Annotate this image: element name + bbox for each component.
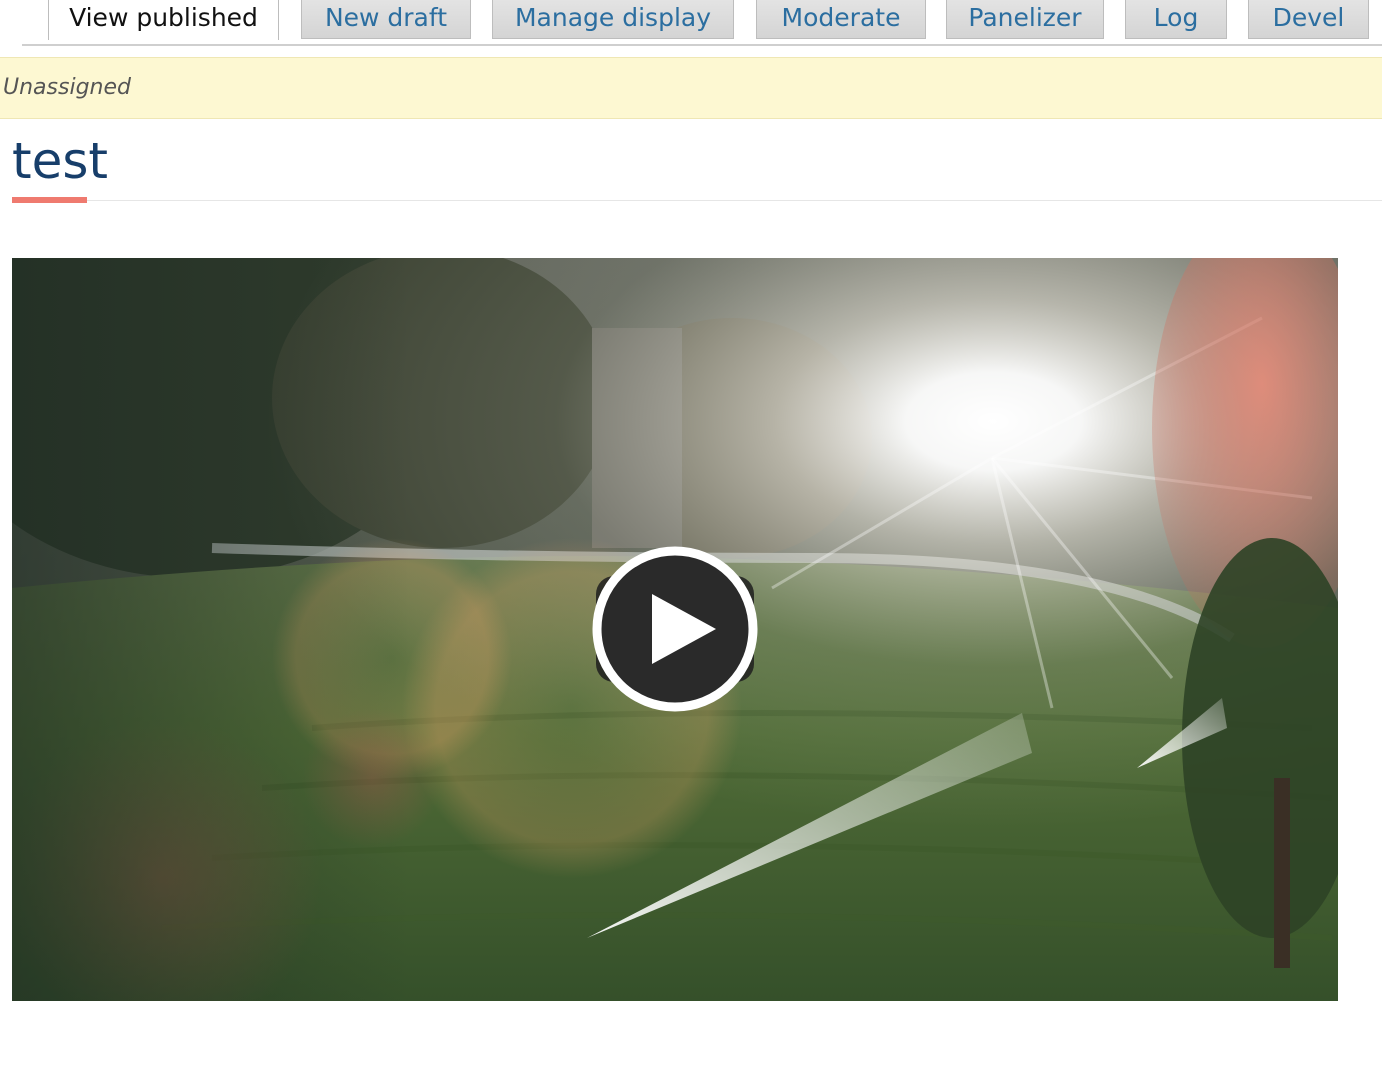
tab-bar-divider (22, 44, 1382, 46)
tab-log[interactable]: Log (1125, 0, 1227, 39)
moderation-status-bar: Unassigned (0, 57, 1382, 119)
tab-new-draft[interactable]: New draft (301, 0, 471, 39)
tab-bar: View published New draft Manage display … (0, 0, 1382, 46)
play-icon[interactable] (590, 542, 760, 712)
tab-panelizer[interactable]: Panelizer (946, 0, 1104, 39)
moderation-status-text: Unassigned (3, 75, 131, 100)
title-accent-underline (12, 197, 87, 203)
page-title: test (12, 132, 109, 190)
tab-moderate[interactable]: Moderate (756, 0, 926, 39)
tab-view-published[interactable]: View published (48, 0, 279, 40)
tab-devel[interactable]: Devel (1248, 0, 1369, 39)
video-player[interactable] (12, 258, 1338, 1001)
title-divider (87, 200, 1382, 201)
tab-manage-display[interactable]: Manage display (492, 0, 734, 39)
